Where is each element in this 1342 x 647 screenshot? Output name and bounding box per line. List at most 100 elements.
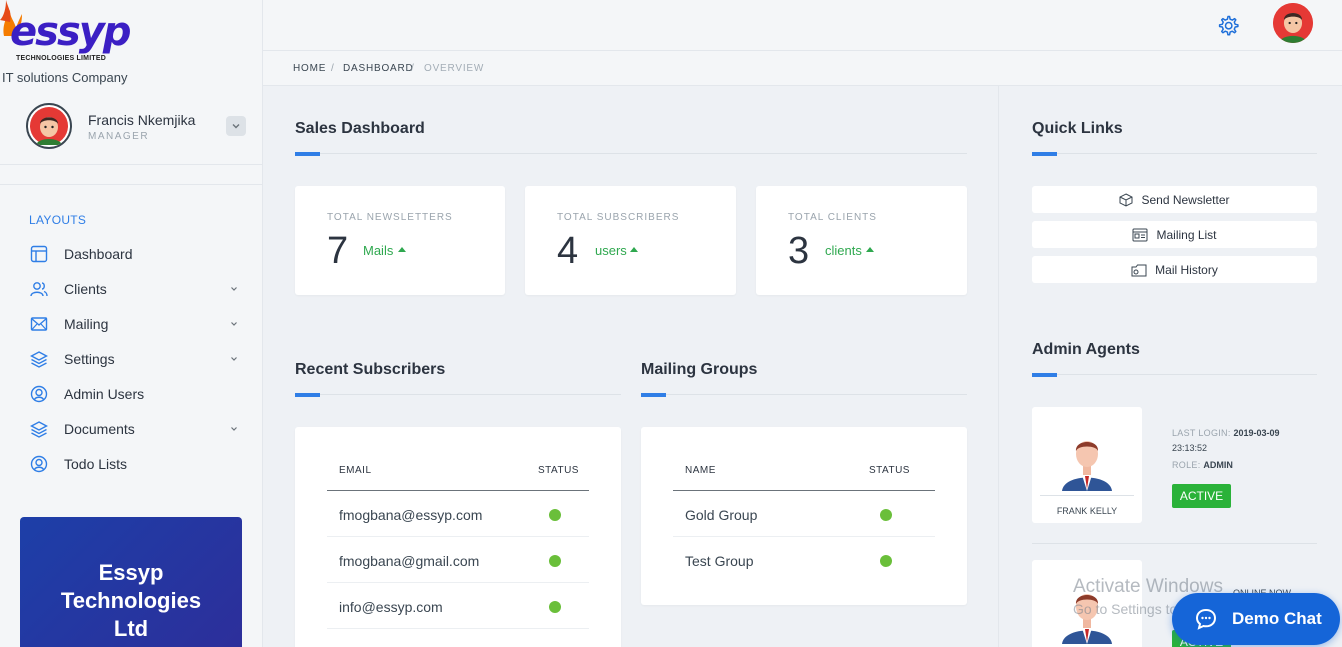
sidebar-item-label: Admin Users <box>64 386 145 402</box>
quick-link-label: Send Newsletter <box>1141 192 1230 207</box>
breadcrumb-separator: / <box>331 63 335 74</box>
demo-chat-button[interactable]: Demo Chat <box>1172 593 1340 645</box>
list-icon <box>1132 228 1148 241</box>
sidebar-item-dashboard[interactable]: Dashboard <box>29 243 239 265</box>
dashboard-icon <box>29 244 49 264</box>
stat-card-clients[interactable]: TOTAL CLIENTS 3 clients <box>756 186 967 295</box>
divider <box>1040 495 1134 496</box>
section-divider <box>295 153 967 154</box>
meta-label: ROLE: <box>1172 460 1201 470</box>
quick-link-mail-history[interactable]: Mail History <box>1032 256 1317 283</box>
breadcrumb: HOME / DASHBOARD / OVERVIEW <box>263 51 1342 86</box>
box-icon <box>1119 192 1133 207</box>
stat-unit: users <box>595 243 627 258</box>
sidebar-item-label: Clients <box>64 281 107 297</box>
meta-label: LAST LOGIN: <box>1172 428 1231 438</box>
agent-avatar-icon <box>1062 441 1112 491</box>
gear-icon <box>1218 15 1239 36</box>
profile-avatar[interactable] <box>1273 3 1313 43</box>
user-circle-icon <box>29 454 49 474</box>
stat-label: TOTAL NEWSLETTERS <box>327 212 453 223</box>
section-accent <box>641 393 666 397</box>
breadcrumb-home[interactable]: HOME <box>293 63 326 74</box>
promo-line: Essyp <box>98 560 164 585</box>
group-name[interactable]: Test Group <box>685 553 753 569</box>
sidebar-item-settings[interactable]: Settings <box>29 348 239 370</box>
sidebar: essyp TECHNOLOGIES LIMITED IT solutions … <box>0 0 263 647</box>
brand-logo[interactable]: essyp TECHNOLOGIES LIMITED <box>0 0 170 72</box>
subscriber-email[interactable]: fmogbana@gmail.com <box>339 553 479 569</box>
row-divider <box>673 536 935 537</box>
sidebar-item-label: Dashboard <box>64 246 133 262</box>
divider <box>0 184 262 185</box>
sidebar-item-mailing[interactable]: Mailing <box>29 313 239 335</box>
breadcrumb-dashboard[interactable]: DASHBOARD <box>343 63 414 74</box>
user-profile: Francis Nkemjika MANAGER <box>26 103 248 149</box>
settings-button[interactable] <box>1216 14 1240 38</box>
subscriber-email[interactable]: fmogbana@essyp.com <box>339 507 482 523</box>
mail-icon <box>29 314 49 334</box>
header-divider <box>327 490 589 491</box>
sidebar-item-documents[interactable]: Documents <box>29 418 239 440</box>
section-accent <box>295 152 320 156</box>
meta-value: 23:13:52 <box>1172 443 1208 453</box>
column-header: STATUS <box>869 465 910 476</box>
quick-link-label: Mailing List <box>1156 227 1217 242</box>
user-circle-icon <box>29 384 49 404</box>
quick-link-mailing-list[interactable]: Mailing List <box>1032 221 1317 248</box>
section-accent <box>295 393 320 397</box>
main-content: Sales Dashboard TOTAL NEWSLETTERS 7 Mail… <box>263 86 999 647</box>
agent-last-login: LAST LOGIN: 2019-03-09 <box>1172 428 1280 438</box>
users-icon <box>29 279 49 299</box>
sidebar-item-label: Documents <box>64 421 135 437</box>
column-header: STATUS <box>538 465 579 476</box>
stat-label: TOTAL CLIENTS <box>788 212 877 223</box>
demo-chat-label: Demo Chat <box>1232 609 1322 628</box>
group-name[interactable]: Gold Group <box>685 507 757 523</box>
sidebar-item-todo-lists[interactable]: Todo Lists <box>29 453 239 475</box>
section-title: Mailing Groups <box>641 361 758 378</box>
promo-banner[interactable]: Essyp Technologies Ltd <box>20 517 242 647</box>
row-divider <box>327 536 589 537</box>
chat-icon <box>1195 608 1217 630</box>
section-accent <box>1032 373 1057 377</box>
section-divider <box>641 394 967 395</box>
user-menu-toggle[interactable] <box>226 116 246 136</box>
top-bar <box>263 0 1342 51</box>
nav-heading: LAYOUTS <box>29 213 87 227</box>
stat-card-subscribers[interactable]: TOTAL SUBSCRIBERS 4 users <box>525 186 736 295</box>
stat-value: 3 <box>788 230 810 272</box>
layers-icon <box>29 419 49 439</box>
stat-unit: Mails <box>363 243 394 258</box>
quick-link-send-newsletter[interactable]: Send Newsletter <box>1032 186 1317 213</box>
sidebar-item-label: Mailing <box>64 316 109 332</box>
stat-label: TOTAL SUBSCRIBERS <box>557 212 680 223</box>
logo-subtitle: TECHNOLOGIES LIMITED <box>16 55 106 62</box>
sidebar-item-clients[interactable]: Clients <box>29 278 239 300</box>
subscriber-email[interactable]: info@essyp.com <box>339 599 443 615</box>
chevron-down-icon <box>232 124 240 129</box>
sidebar-item-label: Todo Lists <box>64 456 128 472</box>
stat-value: 7 <box>327 230 349 272</box>
status-dot <box>880 509 892 521</box>
section-divider <box>295 394 621 395</box>
history-icon <box>1131 264 1147 276</box>
status-dot <box>549 509 561 521</box>
tagline: IT solutions Company <box>2 70 128 85</box>
user-role: MANAGER <box>88 131 150 142</box>
column-header: NAME <box>685 465 716 476</box>
right-column: Quick Links Send Newsletter Mailing List… <box>1000 86 1342 647</box>
avatar[interactable] <box>26 103 72 149</box>
stat-card-newsletters[interactable]: TOTAL NEWSLETTERS 7 Mails <box>295 186 505 295</box>
sidebar-item-admin-users[interactable]: Admin Users <box>29 383 239 405</box>
promo-line: Technologies <box>60 588 202 613</box>
avatar-icon <box>1273 3 1313 43</box>
meta-value: 2019-03-09 <box>1233 428 1280 438</box>
column-header: EMAIL <box>339 465 372 476</box>
section-title: Recent Subscribers <box>295 361 446 378</box>
agent-name: FRANK KELLY <box>1056 506 1118 516</box>
header-divider <box>673 490 935 491</box>
stat-unit: clients <box>825 243 862 258</box>
agent-card[interactable]: FRANK KELLY <box>1032 407 1142 523</box>
user-name: Francis Nkemjika <box>88 112 196 128</box>
